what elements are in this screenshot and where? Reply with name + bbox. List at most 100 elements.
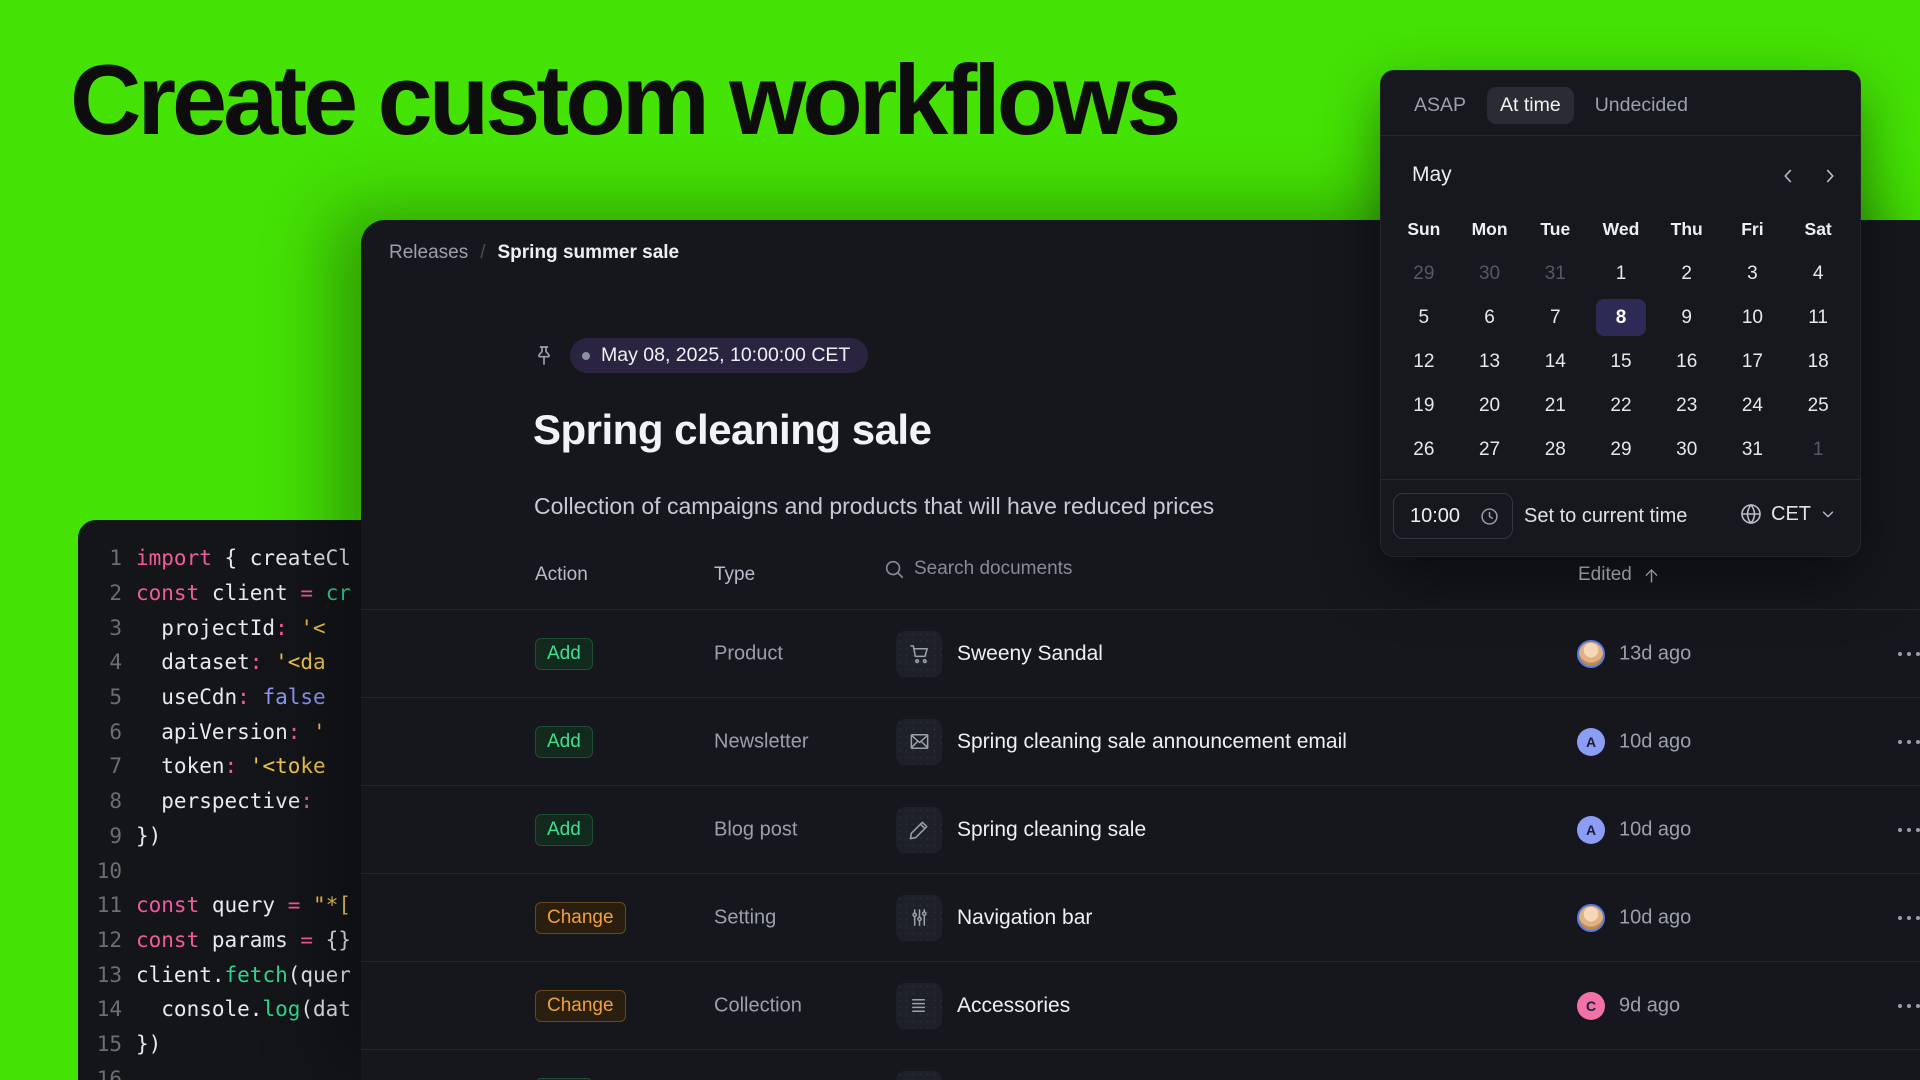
table-row[interactable]: AddProductSweeny Sandal13d ago xyxy=(361,609,1920,697)
next-month-chevron-icon[interactable] xyxy=(1819,165,1841,187)
doc-name[interactable]: Accessories xyxy=(957,994,1070,1018)
table-row[interactable]: AddNewsletterSpring cleaning sale announ… xyxy=(361,697,1920,785)
calendar-day[interactable]: 3 xyxy=(1727,255,1777,292)
weekday-label: Thu xyxy=(1654,211,1720,248)
calendar-day[interactable]: 9 xyxy=(1662,299,1712,336)
calendar-day[interactable]: 7 xyxy=(1530,299,1580,336)
schedule-datetime: May 08, 2025, 10:00:00 CET xyxy=(601,344,850,367)
calendar-day[interactable]: 1 xyxy=(1793,431,1843,468)
line-number: 4 xyxy=(94,650,122,674)
column-edited-label: Edited xyxy=(1578,564,1632,586)
calendar-day[interactable]: 5 xyxy=(1399,299,1449,336)
more-menu-icon[interactable] xyxy=(1898,740,1920,744)
action-badge: Change xyxy=(535,990,626,1022)
calendar-day[interactable]: 16 xyxy=(1662,343,1712,380)
line-number: 9 xyxy=(94,824,122,848)
weekday-label: Sun xyxy=(1391,211,1457,248)
doc-name[interactable]: Sweeny Sandal xyxy=(957,642,1103,666)
calendar-day[interactable]: 20 xyxy=(1465,387,1515,424)
schedule-popover: ASAPAt timeUndecided May SunMonTueWedThu… xyxy=(1380,70,1861,557)
doc-name[interactable]: Navigation bar xyxy=(957,906,1092,930)
column-edited-sort[interactable]: Edited xyxy=(1578,564,1661,586)
calendar-day[interactable]: 27 xyxy=(1465,431,1515,468)
more-menu-icon[interactable] xyxy=(1898,652,1920,656)
calendar-day[interactable]: 18 xyxy=(1793,343,1843,380)
calendar-day[interactable]: 11 xyxy=(1793,299,1843,336)
breadcrumb: Releases / Spring summer sale xyxy=(389,242,679,264)
tag-icon xyxy=(896,1071,942,1080)
schedule-badge[interactable]: May 08, 2025, 10:00:00 CET xyxy=(570,338,868,373)
calendar-day[interactable]: 30 xyxy=(1465,255,1515,292)
calendar-day[interactable]: 1 xyxy=(1596,255,1646,292)
list-icon xyxy=(896,983,942,1029)
release-subtitle: Collection of campaigns and products tha… xyxy=(534,493,1214,520)
prev-month-chevron-icon[interactable] xyxy=(1777,165,1799,187)
search-icon xyxy=(883,558,905,580)
doc-name[interactable]: Spring cleaning sale xyxy=(957,818,1146,842)
pin-icon[interactable] xyxy=(532,344,556,368)
calendar-day-selected[interactable]: 8 xyxy=(1596,299,1646,336)
table-header: Action Type Search documents Edited xyxy=(361,558,1920,608)
calendar-day[interactable]: 28 xyxy=(1530,431,1580,468)
table-row[interactable]: Add xyxy=(361,1049,1920,1080)
avatar: A xyxy=(1577,816,1605,844)
calendar-day[interactable]: 19 xyxy=(1399,387,1449,424)
tab-asap[interactable]: ASAP xyxy=(1401,87,1479,124)
timezone-select[interactable]: CET xyxy=(1739,502,1837,526)
breadcrumb-current[interactable]: Spring summer sale xyxy=(498,242,680,264)
line-number: 7 xyxy=(94,754,122,778)
chevron-down-icon xyxy=(1819,505,1837,523)
more-menu-icon[interactable] xyxy=(1898,1004,1920,1008)
envelope-icon xyxy=(896,719,942,765)
time-value: 10:00 xyxy=(1410,505,1460,528)
table-row[interactable]: ChangeCollectionAccessoriesC9d ago xyxy=(361,961,1920,1049)
calendar-day[interactable]: 21 xyxy=(1530,387,1580,424)
time-input[interactable]: 10:00 xyxy=(1393,493,1513,539)
action-badge: Change xyxy=(535,902,626,934)
calendar-day[interactable]: 26 xyxy=(1399,431,1449,468)
avatar: C xyxy=(1577,992,1605,1020)
calendar-day[interactable]: 14 xyxy=(1530,343,1580,380)
line-number: 6 xyxy=(94,720,122,744)
doc-name[interactable]: Spring cleaning sale announcement email xyxy=(957,730,1347,754)
line-number: 1 xyxy=(94,546,122,570)
pencil-icon xyxy=(896,807,942,853)
tab-undecided[interactable]: Undecided xyxy=(1582,87,1701,124)
calendar-day[interactable]: 23 xyxy=(1662,387,1712,424)
calendar-day[interactable]: 30 xyxy=(1662,431,1712,468)
weekday-label: Tue xyxy=(1522,211,1588,248)
calendar-day[interactable]: 24 xyxy=(1727,387,1777,424)
tab-at-time[interactable]: At time xyxy=(1487,87,1574,124)
set-current-time-button[interactable]: Set to current time xyxy=(1524,505,1687,528)
line-number: 11 xyxy=(94,893,122,917)
document-list: AddProductSweeny Sandal13d agoAddNewslet… xyxy=(361,609,1920,1080)
calendar-day[interactable]: 25 xyxy=(1793,387,1843,424)
weekday-label: Sat xyxy=(1785,211,1851,248)
action-badge: Add xyxy=(535,638,593,670)
calendar-day[interactable]: 29 xyxy=(1399,255,1449,292)
search-input[interactable]: Search documents xyxy=(883,558,1072,580)
table-row[interactable]: AddBlog postSpring cleaning saleA10d ago xyxy=(361,785,1920,873)
more-menu-icon[interactable] xyxy=(1898,828,1920,832)
calendar-month-label: May xyxy=(1412,163,1452,187)
calendar-day[interactable]: 15 xyxy=(1596,343,1646,380)
more-menu-icon[interactable] xyxy=(1898,916,1920,920)
calendar-day[interactable]: 12 xyxy=(1399,343,1449,380)
calendar-day[interactable]: 4 xyxy=(1793,255,1843,292)
calendar-day[interactable]: 2 xyxy=(1662,255,1712,292)
calendar-day[interactable]: 6 xyxy=(1465,299,1515,336)
calendar-day[interactable]: 31 xyxy=(1530,255,1580,292)
release-title: Spring cleaning sale xyxy=(533,406,931,454)
table-row[interactable]: ChangeSettingNavigation bar10d ago xyxy=(361,873,1920,961)
line-number: 10 xyxy=(94,859,122,883)
calendar-day[interactable]: 22 xyxy=(1596,387,1646,424)
breadcrumb-releases[interactable]: Releases xyxy=(389,242,468,264)
action-badge: Add xyxy=(535,726,593,758)
calendar-day[interactable]: 29 xyxy=(1596,431,1646,468)
calendar-day[interactable]: 13 xyxy=(1465,343,1515,380)
doc-type: Collection xyxy=(714,994,802,1017)
calendar-day[interactable]: 31 xyxy=(1727,431,1777,468)
schedule-dot-icon xyxy=(582,352,590,360)
calendar-day[interactable]: 10 xyxy=(1727,299,1777,336)
calendar-day[interactable]: 17 xyxy=(1727,343,1777,380)
